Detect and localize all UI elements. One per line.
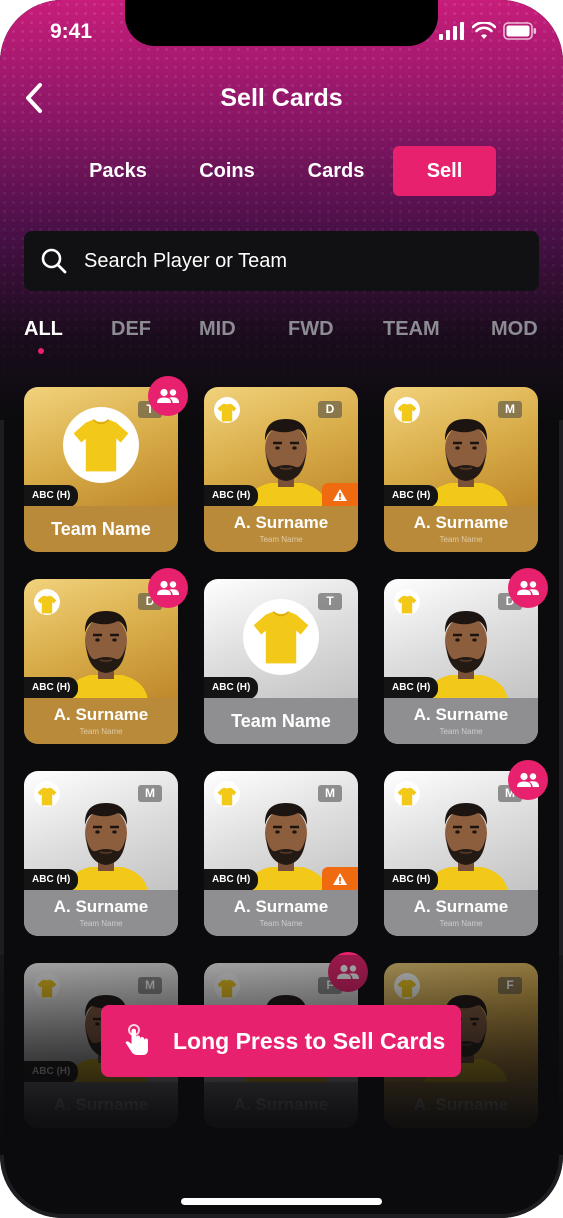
filter-mid[interactable]: MID (199, 318, 236, 341)
warning-badge (322, 867, 358, 891)
card-name: A. Surname (233, 897, 329, 916)
group-badge[interactable] (148, 568, 188, 608)
position-badge: T (318, 593, 342, 610)
card-name-panel: A. Surname Team Name (24, 698, 178, 744)
card-name-panel: A. Surname Team Name (384, 698, 538, 744)
home-indicator[interactable] (181, 1198, 382, 1205)
card-name: Team Name (231, 711, 331, 731)
card-team-name: Team Name (439, 727, 483, 736)
filter-team[interactable]: TEAM (383, 318, 440, 341)
signal-icon (439, 22, 464, 40)
tab-packs[interactable]: Packs (74, 146, 162, 196)
card-name: A. Surname (233, 513, 329, 532)
filter-mod[interactable]: MOD (491, 318, 538, 341)
card-name: A. Surname (53, 897, 149, 916)
shirt-icon (73, 419, 129, 472)
card-name-panel: A. Surname Team Name (384, 506, 538, 552)
position-filters: ALL DEF MID FWD TEAM MOD (0, 318, 563, 358)
search-input[interactable] (84, 249, 504, 273)
team-shirt (63, 407, 139, 483)
warning-icon (333, 489, 347, 501)
card-name: A. Surname (413, 513, 509, 532)
card-team-name: Team Name (439, 535, 483, 544)
card-name: Team Name (51, 519, 151, 539)
search-bar[interactable] (24, 231, 539, 291)
card-name-panel: A. Surname Team Name (384, 890, 538, 936)
fixture-label: ABC (H) (204, 869, 259, 891)
card-name-panel: Team Name (24, 506, 178, 552)
player-card[interactable]: M ABC (H) A. Surname Team Name (384, 387, 538, 552)
position-badge: M (318, 785, 342, 802)
tab-coins[interactable]: Coins (188, 146, 266, 196)
filter-all[interactable]: ALL (24, 318, 63, 341)
shirt-icon (253, 611, 309, 664)
card-team-name: Team Name (259, 535, 303, 544)
fixture-label: ABC (H) (24, 869, 79, 891)
tab-sell[interactable]: Sell (393, 146, 496, 196)
long-press-sell-button[interactable]: Long Press to Sell Cards (101, 1005, 461, 1077)
player-card[interactable]: M ABC (H) A. Surname Team Name (24, 771, 178, 936)
group-badge[interactable] (148, 376, 188, 416)
group-icon (157, 580, 179, 595)
search-icon (41, 248, 67, 274)
player-card[interactable]: M ABC (H) A. Surname Team Name (204, 771, 358, 936)
fixture-label: ABC (H) (24, 677, 79, 699)
filter-def[interactable]: DEF (111, 318, 151, 341)
page-title: Sell Cards (220, 84, 343, 112)
card-name-panel: A. Surname Team Name (204, 506, 358, 552)
group-badge[interactable] (508, 568, 548, 608)
touch-icon (125, 1024, 148, 1055)
card-name-panel: Team Name (204, 698, 358, 744)
card-team-name: Team Name (439, 919, 483, 928)
team-card[interactable]: T ABC (H) Team Name (204, 579, 358, 744)
card-team-name: Team Name (79, 919, 123, 928)
group-icon (517, 772, 539, 787)
wifi-icon (472, 22, 496, 39)
status-icons (439, 22, 537, 40)
card-team-name: Team Name (79, 727, 123, 736)
fixture-label: ABC (H) (204, 677, 259, 699)
active-filter-indicator (38, 348, 44, 354)
fixture-label: ABC (H) (384, 869, 439, 891)
card-name: A. Surname (53, 705, 149, 724)
fixture-label: ABC (H) (24, 485, 79, 507)
notch (125, 0, 438, 46)
group-badge[interactable] (508, 760, 548, 800)
phone-screen: 9:41 Sell Cards Packs Coins Cards Sell S… (0, 0, 563, 1218)
battery-icon (503, 22, 536, 40)
fixture-label: ABC (H) (204, 485, 259, 507)
position-badge: M (498, 401, 522, 418)
card-name-panel: A. Surname Team Name (24, 890, 178, 936)
card-team-name: Team Name (259, 919, 303, 928)
card-name: A. Surname (413, 897, 509, 916)
position-badge: M (138, 785, 162, 802)
player-card[interactable]: D ABC (H) A. Surname Team Name (204, 387, 358, 552)
warning-icon (333, 873, 347, 885)
filter-fwd[interactable]: FWD (288, 318, 334, 341)
status-time: 9:41 (50, 20, 93, 43)
long-press-label: Long Press to Sell Cards (173, 1027, 446, 1054)
group-icon (157, 388, 179, 403)
card-name: A. Surname (413, 705, 509, 724)
position-badge: D (318, 401, 342, 418)
tab-cards[interactable]: Cards (295, 146, 377, 196)
group-icon (517, 580, 539, 595)
fixture-label: ABC (H) (384, 485, 439, 507)
fixture-label: ABC (H) (384, 677, 439, 699)
warning-badge (322, 483, 358, 507)
card-name-panel: A. Surname Team Name (204, 890, 358, 936)
team-shirt (243, 599, 319, 675)
